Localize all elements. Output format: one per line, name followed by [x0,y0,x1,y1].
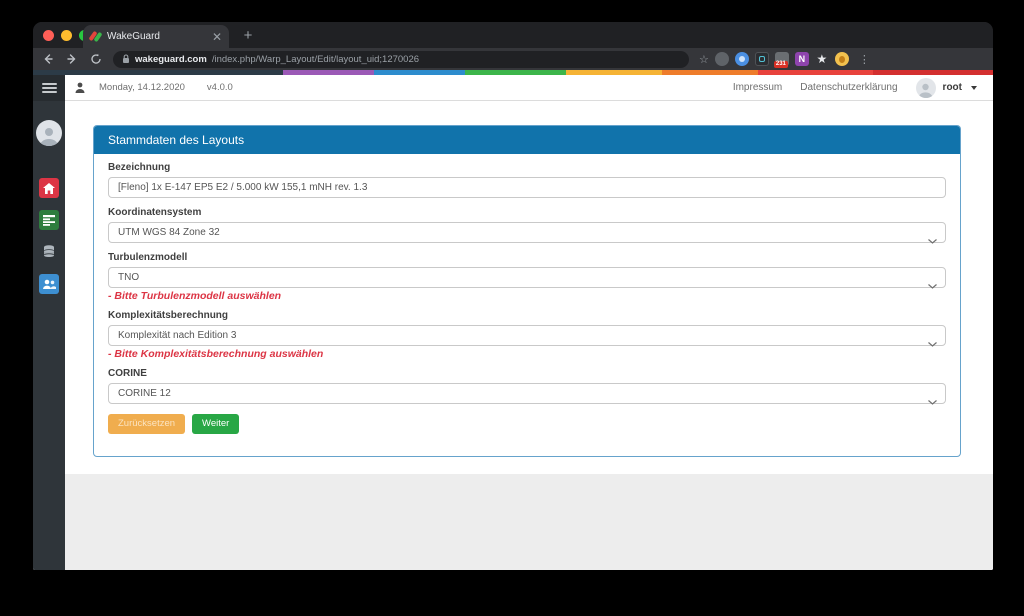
form-buttons: Zurücksetzen Weiter [108,414,946,434]
user-icon [75,82,85,93]
impressum-link[interactable]: Impressum [733,82,782,93]
field-corine: CORINE CORINE 12 [108,368,946,405]
app-header: Monday, 14.12.2020 v4.0.0 Impressum Date… [65,75,993,101]
sidebar-layouts-button[interactable] [39,210,59,230]
field-bezeichnung: Bezeichnung [108,162,946,198]
browser-toolbar: wakeguard.com /index.php/Warp_Layout/Edi… [33,48,993,70]
bookmark-star-icon[interactable]: ☆ [699,53,709,66]
url-domain: wakeguard.com [135,53,207,65]
browser-tabstrip: WakeGuard ✕ + [33,22,993,48]
browser-menu-icon[interactable]: ⋮ [859,53,870,66]
sidebar-users-button[interactable] [39,274,59,294]
field-koordinatensystem: Koordinatensystem UTM WGS 84 Zone 32 [108,207,946,244]
screenshot-stage: WakeGuard ✕ + wakeguard.com /index.php/W… [0,0,1024,616]
username: root [942,82,962,93]
main-area: Monday, 14.12.2020 v4.0.0 Impressum Date… [65,75,993,570]
chevron-down-icon [971,85,977,90]
extension-pin-icon[interactable]: ★ [815,52,829,66]
forward-icon[interactable] [63,50,81,68]
extension-gray-icon[interactable] [714,52,729,66]
select-value: TNO [118,272,140,283]
window-close-button[interactable] [43,30,54,41]
extension-badge-icon[interactable]: 231 [773,52,789,68]
zuruecksetzen-button[interactable]: Zurücksetzen [108,414,186,434]
bezeichnung-input-wrap [108,177,946,198]
field-label: Bezeichnung [108,162,171,173]
extension-purple-icon[interactable] [794,52,809,66]
header-right: Impressum Datenschutzerklärung root [733,77,977,98]
layout-form-card: Stammdaten des Layouts Bezeichnung Koord… [93,125,961,457]
chevron-down-icon [928,334,937,352]
field-label: CORINE [108,368,147,379]
content-area: Stammdaten des Layouts Bezeichnung Koord… [65,101,993,474]
wakeguard-favicon-icon [88,30,103,43]
app-sidebar [33,75,65,570]
field-label: Koordinatensystem [108,207,202,218]
turbulenzmodell-error: - Bitte Turbulenzmodell auswählen [108,290,282,302]
browser-window: WakeGuard ✕ + wakeguard.com /index.php/W… [33,22,993,570]
select-value: Komplexität nach Edition 3 [118,330,237,341]
turbulenzmodell-select[interactable]: TNO [108,267,946,289]
weiter-button[interactable]: Weiter [192,414,240,434]
users-icon [43,279,56,289]
home-icon [43,182,55,194]
bezeichnung-input[interactable] [118,182,923,193]
header-avatar [915,77,936,98]
datenschutz-link[interactable]: Datenschutzerklärung [800,82,897,93]
card-body: Bezeichnung Koordinatensystem UTM WGS 84… [94,154,960,456]
koordinatensystem-select[interactable]: UTM WGS 84 Zone 32 [108,222,946,244]
url-path: /index.php/Warp_Layout/Edit/layout_uid;1… [211,53,420,65]
table-icon [43,214,55,226]
chevron-down-icon [928,231,937,249]
browser-profile-avatar[interactable] [834,52,849,66]
address-bar[interactable]: wakeguard.com /index.php/Warp_Layout/Edi… [113,50,689,68]
page-background [65,474,993,570]
komplexitaetsberechnung-error: - Bitte Komplexitätsberechnung auswählen [108,348,324,360]
field-turbulenzmodell: Turbulenzmodell TNO - Bitte Turbulenzmod… [108,252,946,302]
card-title: Stammdaten des Layouts [94,126,960,154]
page: Monday, 14.12.2020 v4.0.0 Impressum Date… [33,75,993,570]
header-date: Monday, 14.12.2020 [99,82,185,93]
user-menu[interactable]: root [915,77,977,98]
field-label: Turbulenzmodell [108,252,188,263]
chevron-down-icon [928,276,937,294]
field-komplexitaetsberechnung: Komplexitätsberechnung Komplexität nach … [108,310,946,360]
window-minimize-button[interactable] [61,30,72,41]
select-value: UTM WGS 84 Zone 32 [118,227,220,238]
komplexitaetsberechnung-select[interactable]: Komplexität nach Edition 3 [108,325,946,347]
extensions-row: ☆ 231 ★ ⋮ [699,52,878,68]
header-version: v4.0.0 [206,82,233,93]
reload-icon[interactable] [87,50,105,68]
tab-close-icon[interactable]: ✕ [212,31,222,43]
sidebar-database-button[interactable] [39,242,59,262]
field-label: Komplexitätsberechnung [108,310,229,321]
hamburger-menu-icon[interactable] [33,75,65,101]
extension-dark-icon[interactable] [754,52,769,66]
chevron-down-icon [928,392,937,410]
new-tab-button[interactable]: + [239,27,257,45]
database-icon [44,245,54,257]
extension-blue-icon[interactable] [734,52,749,66]
browser-tab-wakeguard[interactable]: WakeGuard ✕ [83,25,229,48]
lock-icon[interactable] [122,54,130,64]
select-value: CORINE 12 [118,388,171,399]
extension-badge-count: 231 [773,61,788,68]
back-icon[interactable] [39,50,57,68]
sidebar-home-button[interactable] [39,178,59,198]
corine-select[interactable]: CORINE 12 [108,383,946,405]
tab-title: WakeGuard [107,31,160,42]
sidebar-user-avatar[interactable] [36,120,62,146]
